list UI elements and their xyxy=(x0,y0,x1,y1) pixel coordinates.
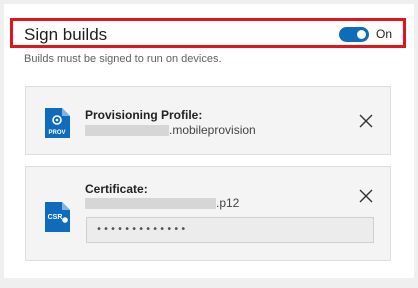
redacted-filename xyxy=(85,125,169,137)
provisioning-profile-card: PROV Provisioning Profile: .mobileprovis… xyxy=(25,86,391,155)
certificate-filename: .p12 xyxy=(85,196,239,210)
provisioning-profile-label: Provisioning Profile: xyxy=(85,108,203,122)
prov-file-icon: PROV xyxy=(45,108,70,138)
certificate-password-field[interactable]: ••••••••••••• xyxy=(86,217,374,243)
certificate-label: Certificate: xyxy=(85,182,148,196)
certificate-card: CSR Certificate: .p12 ••••••••••••• xyxy=(25,166,391,261)
csr-file-icon: CSR xyxy=(45,202,70,232)
section-description: Builds must be signed to run on devices. xyxy=(24,53,222,65)
section-title: Sign builds xyxy=(24,25,108,44)
remove-certificate-close-icon[interactable] xyxy=(358,188,374,204)
profile-file-suffix: .mobileprovision xyxy=(169,123,256,137)
prov-icon-text: PROV xyxy=(48,130,65,136)
certificate-file-suffix: .p12 xyxy=(216,196,240,210)
csr-icon-text: CSR xyxy=(48,214,63,221)
sign-builds-toggle[interactable] xyxy=(339,27,369,42)
toggle-state-label: On xyxy=(376,27,393,41)
provisioning-profile-filename: .mobileprovision xyxy=(85,123,256,137)
toggle-knob xyxy=(357,30,366,39)
remove-profile-close-icon[interactable] xyxy=(358,113,374,129)
redacted-filename xyxy=(85,198,216,210)
